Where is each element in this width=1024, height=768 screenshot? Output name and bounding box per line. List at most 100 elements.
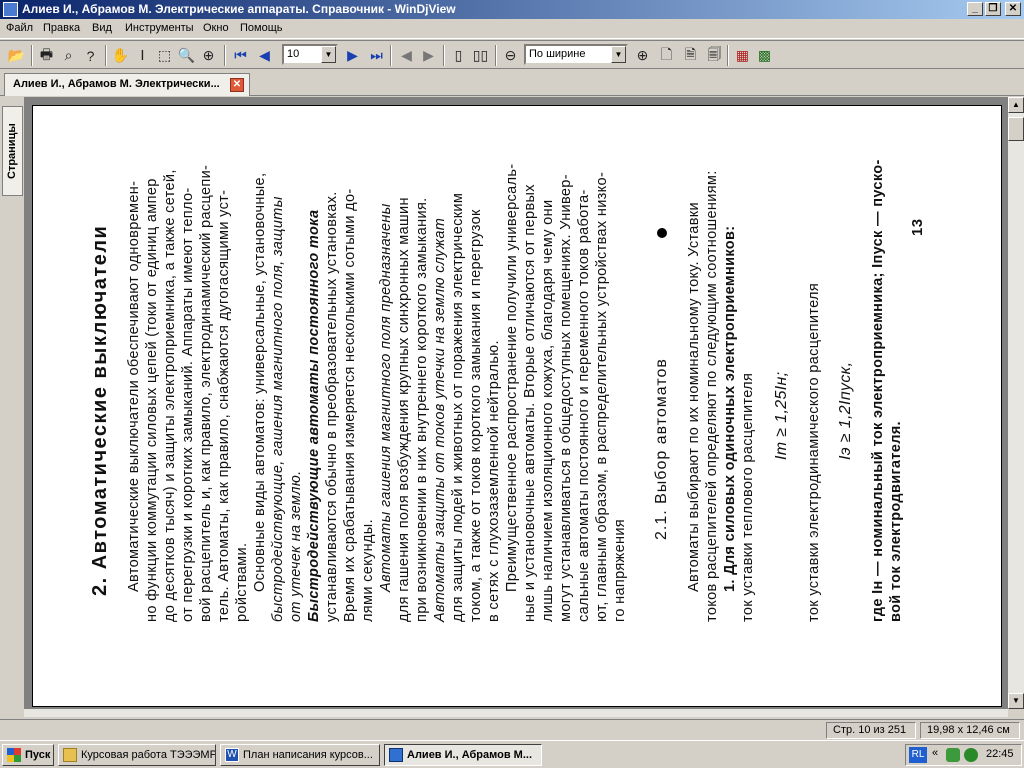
- next-page-icon[interactable]: ▶: [342, 45, 363, 66]
- menu-view[interactable]: Вид: [92, 22, 112, 34]
- zoom-icon[interactable]: 🔍: [176, 45, 197, 66]
- scan-dot: [657, 228, 667, 238]
- text-line: ют, главным образом, в распределительных…: [594, 171, 610, 622]
- title-bar[interactable]: Алиев И., Абрамов М. Электрические аппар…: [0, 0, 1024, 19]
- word-icon: W: [225, 748, 239, 762]
- open-icon[interactable]: 📂: [6, 45, 27, 66]
- text-line: Автоматы гашения магнитного поля предназ…: [378, 203, 394, 592]
- window-title: Алиев И., Абрамов М. Электрические аппар…: [22, 2, 456, 16]
- prev-page-icon[interactable]: ◀: [254, 45, 275, 66]
- text-line: ные и установочные автоматы. Вторые отли…: [522, 184, 538, 622]
- menu-window[interactable]: Окно: [203, 22, 229, 34]
- text-line: Время их срабатывания измеряется несколь…: [342, 188, 358, 622]
- toolbar-separator: [224, 45, 226, 66]
- page-number-combo[interactable]: 10 ▼: [282, 44, 338, 65]
- text-line: сальные автоматы постоянного и переменно…: [576, 189, 592, 622]
- formula-thermal: Iт ≥ 1,25Iн;: [773, 371, 790, 460]
- language-indicator[interactable]: RL: [909, 747, 927, 763]
- scroll-thumb[interactable]: [1008, 117, 1024, 141]
- text-line: 1. Для силовых одиночных электроприемник…: [722, 225, 738, 592]
- text-line: ройствами.: [234, 542, 250, 622]
- scroll-down-icon[interactable]: ▼: [1008, 693, 1024, 709]
- back-icon[interactable]: ◀: [396, 45, 417, 66]
- text-line: токов расцепителей определяют по следующ…: [704, 170, 720, 622]
- text-line: ток уставки электродинамического расцепи…: [806, 282, 822, 622]
- document-page: 2. Автоматические выключатели Автоматиче…: [32, 105, 1002, 707]
- tray-expand-icon[interactable]: «: [932, 747, 938, 759]
- forward-icon[interactable]: ▶: [418, 45, 439, 66]
- task-windjview[interactable]: Алиев И., Абрамов М...: [384, 744, 542, 766]
- document-viewport[interactable]: 2. Автоматические выключатели Автоматиче…: [24, 97, 1008, 709]
- menu-edit[interactable]: Правка: [43, 22, 80, 34]
- actual-size-icon[interactable]: 🗐: [704, 45, 725, 66]
- print-icon[interactable]: 🖶: [36, 45, 57, 66]
- text-line: Автоматы защиты от токов утечки на землю…: [432, 217, 448, 622]
- task-label: Курсовая работа ТЭЭЭМР: [81, 749, 216, 761]
- text-line: ток уставки теплового расцепителя: [740, 372, 756, 622]
- pages-tab[interactable]: Страницы: [2, 106, 23, 196]
- tray-app-icon[interactable]: [946, 748, 960, 762]
- text-line: вой расцепитель и, как правило, электрод…: [198, 164, 214, 622]
- network-icon[interactable]: [964, 748, 978, 762]
- zoom-out-icon[interactable]: ⊖: [500, 45, 521, 66]
- start-button[interactable]: Пуск: [2, 744, 54, 766]
- minimize-button[interactable]: _: [967, 2, 983, 16]
- app-window: Алиев И., Абрамов М. Электрические аппар…: [0, 0, 1024, 740]
- text-line: Автоматические выключатели обеспечивают …: [126, 180, 142, 592]
- menu-bar: Файл Правка Вид Инструменты Окно Помощь: [0, 19, 1024, 39]
- text-line: Быстродействующие автоматы постоянного т…: [306, 209, 322, 622]
- hand-tool-icon[interactable]: ✋: [110, 45, 131, 66]
- scroll-up-icon[interactable]: ▲: [1008, 97, 1024, 113]
- menu-tools[interactable]: Инструменты: [125, 22, 194, 34]
- single-page-icon[interactable]: ▯: [448, 45, 469, 66]
- first-page-icon[interactable]: ⏮: [230, 45, 251, 66]
- display-mode-icon[interactable]: ▦: [732, 45, 753, 66]
- maximize-button[interactable]: ❐: [985, 2, 1001, 16]
- layers-icon[interactable]: ▩: [754, 45, 775, 66]
- rotated-page-content: 2. Автоматические выключатели Автоматиче…: [33, 106, 1001, 706]
- document-tab-bar: Алиев И., Абрамов М. Электрически... ✕: [0, 70, 1024, 96]
- horizontal-scrollbar[interactable]: [24, 709, 1008, 717]
- two-pages-icon[interactable]: ▯▯: [470, 45, 491, 66]
- task-label: Алиев И., Абрамов М...: [407, 749, 532, 761]
- clock: 22:45: [986, 748, 1014, 760]
- taskbar: Пуск Курсовая работа ТЭЭЭМР W План написа…: [0, 740, 1024, 768]
- chapter-heading: 2. Автоматические выключатели: [89, 224, 111, 596]
- find-icon[interactable]: ⌕: [58, 45, 79, 66]
- document-tab[interactable]: Алиев И., Абрамов М. Электрически... ✕: [4, 73, 250, 96]
- text-line: при возникновении в них внутреннего коро…: [414, 197, 430, 622]
- text-line: вой ток электродвигателя.: [888, 421, 904, 622]
- text-line: лями секунды.: [360, 519, 376, 622]
- menu-help[interactable]: Помощь: [240, 22, 283, 34]
- task-label: План написания курсов...: [243, 749, 373, 761]
- zoom-in-icon[interactable]: ⊕: [632, 45, 653, 66]
- section-heading: 2.1. Выбор автоматов: [653, 358, 670, 540]
- zoom-combo[interactable]: По ширине ▼: [524, 44, 628, 65]
- text-line: но функции коммутации силовых цепей (ток…: [144, 178, 160, 622]
- help-icon[interactable]: ?: [80, 45, 101, 66]
- close-button[interactable]: ✕: [1005, 2, 1021, 16]
- close-tab-icon[interactable]: ✕: [230, 78, 244, 92]
- text-select-icon[interactable]: Ⅰ: [132, 45, 153, 66]
- zoom-rect-icon[interactable]: ⊕: [198, 45, 219, 66]
- vertical-scrollbar[interactable]: ▲ ▼: [1008, 97, 1024, 709]
- menu-file[interactable]: Файл: [6, 22, 33, 34]
- text-line: Основные виды автоматов: универсальные, …: [252, 172, 268, 592]
- rect-select-icon[interactable]: ⬚: [154, 45, 175, 66]
- text-line: лишь наличием изоляционного кожуха, благ…: [540, 199, 556, 622]
- chevron-down-icon[interactable]: ▼: [611, 46, 626, 63]
- app-icon: [3, 2, 18, 17]
- chevron-down-icon[interactable]: ▼: [321, 46, 336, 63]
- text-line: для защиты людей и животных от поражения…: [450, 192, 466, 622]
- page-number-value: 10: [287, 48, 300, 60]
- status-page: Стр. 10 из 251: [826, 722, 916, 739]
- status-bar: Стр. 10 из 251 19,98 x 12,46 см: [0, 719, 1024, 740]
- task-folder[interactable]: Курсовая работа ТЭЭЭМР: [58, 744, 216, 766]
- fit-width-icon[interactable]: 🗎: [680, 45, 701, 66]
- task-word[interactable]: W План написания курсов...: [220, 744, 380, 766]
- last-page-icon[interactable]: ⏭: [366, 45, 387, 66]
- fit-page-icon[interactable]: 🗋: [656, 45, 677, 66]
- text-line: тель. Автоматы, как правило, снабжаются …: [216, 189, 232, 622]
- status-size: 19,98 x 12,46 см: [920, 722, 1020, 739]
- formula-electrodynamic: Iэ ≥ 1,2Iпуск,: [837, 361, 854, 460]
